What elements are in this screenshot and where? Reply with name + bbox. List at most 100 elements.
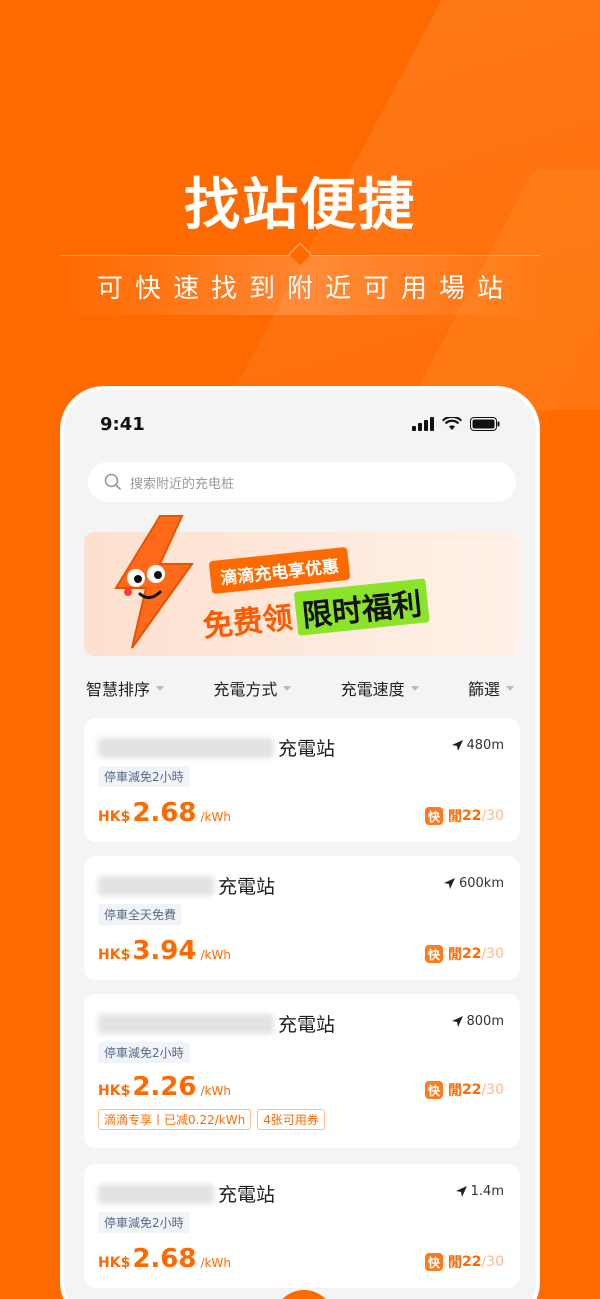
price: HK$ 2.68 /kWh <box>98 1244 231 1274</box>
caret-down-icon <box>156 685 165 691</box>
filter-charge-method[interactable]: 充電方式 <box>213 676 292 700</box>
bottom-tab-handle[interactable] <box>274 1290 334 1299</box>
status-icons <box>412 417 500 431</box>
distance: 800m <box>451 1014 504 1029</box>
filter-label: 篩選 <box>467 680 500 699</box>
filter-label: 智慧排序 <box>86 680 151 699</box>
price-value: 2.26 <box>132 1072 197 1102</box>
available-count: 22 <box>461 946 482 962</box>
distance: 600km <box>443 876 504 891</box>
parking-tag: 停車全天免費 <box>98 904 183 925</box>
wifi-icon <box>442 417 462 430</box>
price: HK$ 2.26 /kWh <box>98 1072 231 1102</box>
station-card[interactable]: 充電站 480m 停車減免2小時 HK$ 2.68 /kWh 快 閒 22 /3… <box>84 718 520 842</box>
distance-value: 1.4m <box>470 1184 504 1199</box>
navigation-arrow-icon <box>443 878 455 889</box>
station-name: 充電站 <box>98 1180 275 1207</box>
blurred-name <box>98 737 274 758</box>
idle-label: 閒 <box>447 1255 462 1271</box>
idle-label: 閒 <box>447 809 462 825</box>
blurred-name <box>98 875 214 896</box>
navigation-arrow-icon <box>451 1016 463 1027</box>
total-count: /30 <box>481 808 504 824</box>
distance: 480m <box>451 738 504 753</box>
filter-label: 充電速度 <box>340 680 405 699</box>
parking-tag: 停車減免2小時 <box>98 1212 190 1233</box>
available-count: 22 <box>461 1254 482 1270</box>
exclusive-discount-tag: 滴滴专享丨已减0.22/kWh <box>98 1109 252 1130</box>
filter-more[interactable]: 篩選 <box>468 676 514 700</box>
price-unit: /kWh <box>200 810 231 824</box>
navigation-arrow-icon <box>455 1186 467 1197</box>
search-icon <box>104 473 121 490</box>
search-input[interactable]: 搜索附近的充电桩 <box>88 462 516 502</box>
coupon-tag[interactable]: 4张可用券 <box>257 1109 325 1130</box>
filter-smart-sort[interactable]: 智慧排序 <box>86 676 165 700</box>
price-unit: /kWh <box>200 1084 231 1098</box>
station-name-suffix: 充電站 <box>218 1184 276 1206</box>
phone-mockup: 9:41 搜索附近的充电桩 滴滴充电享优惠 免费领 限时福利 智慧排序 充電方式… <box>60 386 540 1299</box>
total-count: /30 <box>481 1082 504 1098</box>
distance: 1.4m <box>455 1184 504 1199</box>
caret-down-icon <box>283 685 292 691</box>
battery-icon <box>470 417 500 431</box>
station-name: 充電站 <box>98 1010 335 1037</box>
navigation-arrow-icon <box>451 740 463 751</box>
price-unit: /kWh <box>200 1256 231 1270</box>
blurred-name <box>98 1013 274 1034</box>
caret-down-icon <box>410 685 419 691</box>
caret-down-icon <box>506 685 514 691</box>
status-bar: 9:41 <box>100 412 500 436</box>
banner-free-text: 免费领 <box>201 600 295 645</box>
signal-icon <box>412 417 434 431</box>
distance-value: 480m <box>466 738 504 753</box>
price: HK$ 2.68 /kWh <box>98 798 231 828</box>
idle-label: 閒 <box>447 1083 462 1099</box>
station-card[interactable]: 充電站 800m 停車減免2小時 HK$ 2.26 /kWh 快 閒 22 /3… <box>84 994 520 1148</box>
total-count: /30 <box>481 1254 504 1270</box>
station-name-suffix: 充電站 <box>278 1014 336 1036</box>
filter-charge-speed[interactable]: 充電速度 <box>341 676 419 700</box>
available-count: 22 <box>461 808 482 824</box>
search-placeholder: 搜索附近的充电桩 <box>130 476 235 492</box>
parking-tag: 停車減免2小時 <box>98 1042 190 1063</box>
price-value: 2.68 <box>132 1244 197 1274</box>
fast-charge-badge: 快 <box>424 945 443 963</box>
lightning-mascot-icon <box>114 515 194 649</box>
price-currency: HK$ <box>98 947 131 963</box>
hero-subtitle: 可快速找到附近可用場站 <box>96 274 515 304</box>
banner-tag: 滴滴充电享优惠 <box>208 546 351 595</box>
fast-charge-badge: 快 <box>424 1253 443 1271</box>
fast-charge-badge: 快 <box>424 807 443 825</box>
price: HK$ 3.94 /kWh <box>98 936 231 966</box>
distance-value: 600km <box>458 876 504 891</box>
distance-value: 800m <box>466 1014 504 1029</box>
banner-highlight-text: 限时福利 <box>293 578 430 636</box>
charger-availability: 快 閒 22 /30 <box>424 806 504 826</box>
promo-tags: 滴滴专享丨已减0.22/kWh 4张可用券 <box>98 1109 325 1130</box>
price-value: 3.94 <box>132 936 197 966</box>
blurred-name <box>98 1183 214 1204</box>
total-count: /30 <box>481 946 504 962</box>
station-name-suffix: 充電站 <box>218 876 276 898</box>
charger-availability: 快 閒 22 /30 <box>424 1252 504 1272</box>
filter-label: 充電方式 <box>213 680 278 699</box>
filter-bar: 智慧排序 充電方式 充電速度 篩選 <box>86 674 514 702</box>
price-currency: HK$ <box>98 809 131 825</box>
available-count: 22 <box>461 1082 482 1098</box>
promo-banner[interactable]: 滴滴充电享优惠 免费领 限时福利 <box>84 515 520 656</box>
station-card[interactable]: 充電站 600km 停車全天免費 HK$ 3.94 /kWh 快 閒 22 /3… <box>84 856 520 980</box>
station-name-suffix: 充電站 <box>278 738 336 760</box>
hero-title: 找站便捷 <box>184 173 416 238</box>
price-currency: HK$ <box>98 1255 131 1271</box>
station-card[interactable]: 充電站 1.4m 停車減免2小時 HK$ 2.68 /kWh 快 閒 22 /3… <box>84 1164 520 1288</box>
price-unit: /kWh <box>200 948 231 962</box>
station-name: 充電站 <box>98 872 275 899</box>
station-name: 充電站 <box>98 734 335 761</box>
idle-label: 閒 <box>447 947 462 963</box>
charger-availability: 快 閒 22 /30 <box>424 1080 504 1100</box>
parking-tag: 停車減免2小時 <box>98 766 190 787</box>
price-currency: HK$ <box>98 1083 131 1099</box>
status-time: 9:41 <box>100 413 145 435</box>
price-value: 2.68 <box>132 798 197 828</box>
